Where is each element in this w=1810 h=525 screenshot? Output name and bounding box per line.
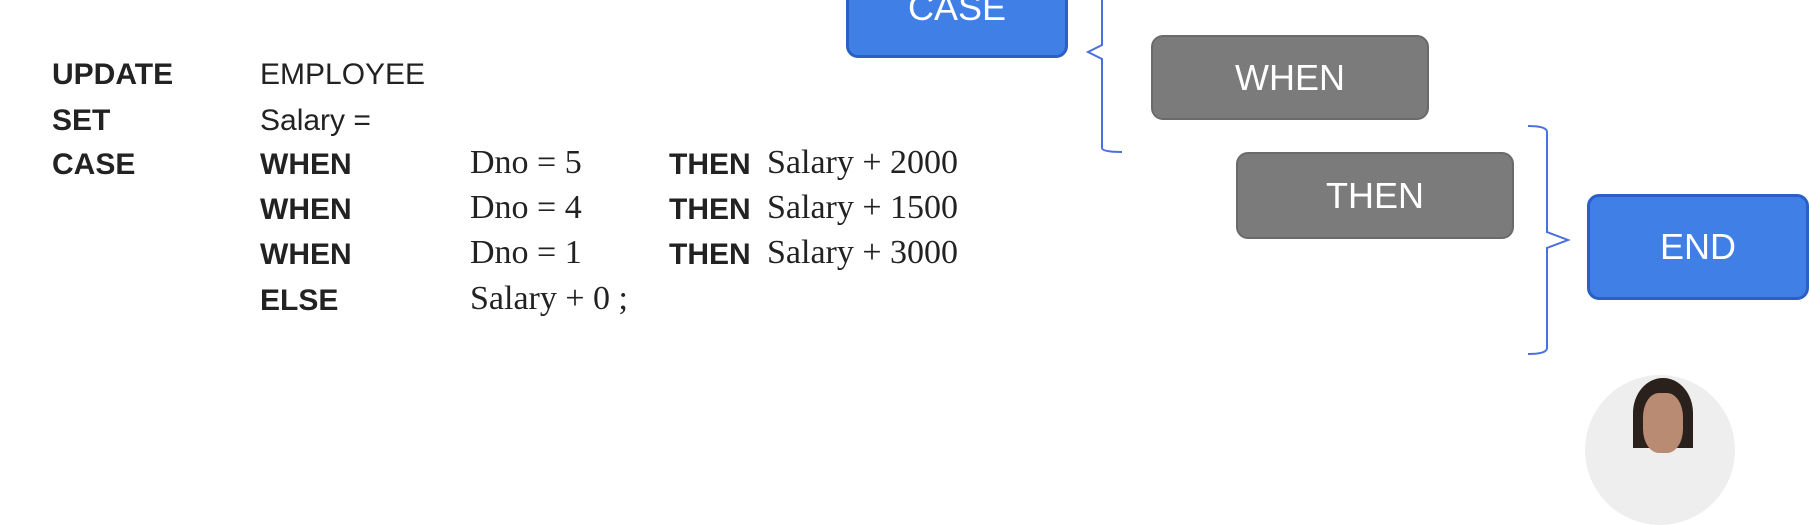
end-bracket bbox=[1527, 125, 1571, 355]
then-node: THEN bbox=[1236, 152, 1514, 239]
case-bracket bbox=[1085, 0, 1123, 153]
when-node: WHEN bbox=[1151, 35, 1429, 120]
presenter-face bbox=[1643, 393, 1683, 453]
bracket-connectors bbox=[1085, 0, 1571, 355]
presenter-webcam bbox=[1585, 375, 1735, 525]
case-node: CASE bbox=[846, 0, 1068, 58]
end-node: END bbox=[1587, 194, 1809, 300]
